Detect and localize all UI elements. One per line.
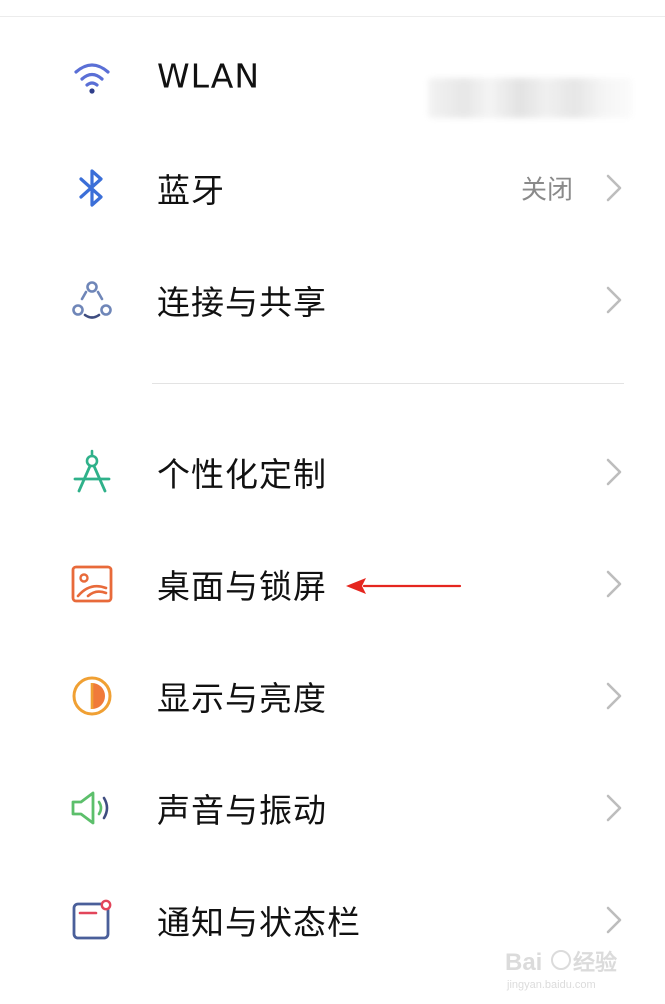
bluetooth-status: 关闭 <box>520 175 573 206</box>
section-divider <box>152 383 624 384</box>
svg-text:经验: 经验 <box>573 950 617 975</box>
top-divider <box>0 16 665 17</box>
settings-row-label: 显示与亮度 <box>157 679 327 718</box>
settings-row-label: 声音与振动 <box>157 791 327 830</box>
settings-screen: WLAN 蓝牙 关闭 连接与共享 个性化定制 桌面与锁屏 显示与亮度 声音与振动… <box>0 0 665 1004</box>
settings-row-label: 通知与状态栏 <box>157 903 361 942</box>
chevron-right-icon <box>603 568 625 600</box>
bluetooth-icon <box>66 162 118 214</box>
settings-row-display-brightness[interactable]: 显示与亮度 <box>0 640 665 752</box>
settings-row-bluetooth[interactable]: 蓝牙 关闭 <box>0 132 665 244</box>
chevron-right-icon <box>603 172 625 204</box>
share-connection-icon <box>66 274 118 326</box>
settings-row-wlan[interactable]: WLAN <box>0 20 665 132</box>
chevron-right-icon <box>603 456 625 488</box>
wlan-network-name-blurred <box>428 78 632 118</box>
settings-row-label: 蓝牙 <box>157 171 225 210</box>
chevron-right-icon <box>603 904 625 936</box>
chevron-right-icon <box>603 284 625 316</box>
red-arrow-annotation <box>342 572 464 600</box>
baidu-jingyan-watermark: Bai 经验 jingyan.baidu.com <box>505 938 635 992</box>
chevron-right-icon <box>603 792 625 824</box>
chevron-right-icon <box>603 680 625 712</box>
settings-row-label: 个性化定制 <box>157 455 327 494</box>
settings-row-sound-vibration[interactable]: 声音与振动 <box>0 752 665 864</box>
speaker-icon <box>66 782 118 834</box>
settings-row-label: WLAN <box>157 56 261 96</box>
notification-icon <box>66 894 118 946</box>
wallpaper-icon <box>66 558 118 610</box>
svg-text:jingyan.baidu.com: jingyan.baidu.com <box>506 979 596 991</box>
wifi-icon <box>66 50 118 102</box>
brightness-icon <box>66 670 118 722</box>
settings-row-label: 桌面与锁屏 <box>157 567 327 606</box>
settings-row-personalization[interactable]: 个性化定制 <box>0 416 665 528</box>
settings-row-desktop-lockscreen[interactable]: 桌面与锁屏 <box>0 528 665 640</box>
compass-icon <box>66 446 118 498</box>
settings-row-connection-sharing[interactable]: 连接与共享 <box>0 244 665 356</box>
settings-row-label: 连接与共享 <box>157 283 327 322</box>
svg-text:Bai: Bai <box>505 949 542 976</box>
